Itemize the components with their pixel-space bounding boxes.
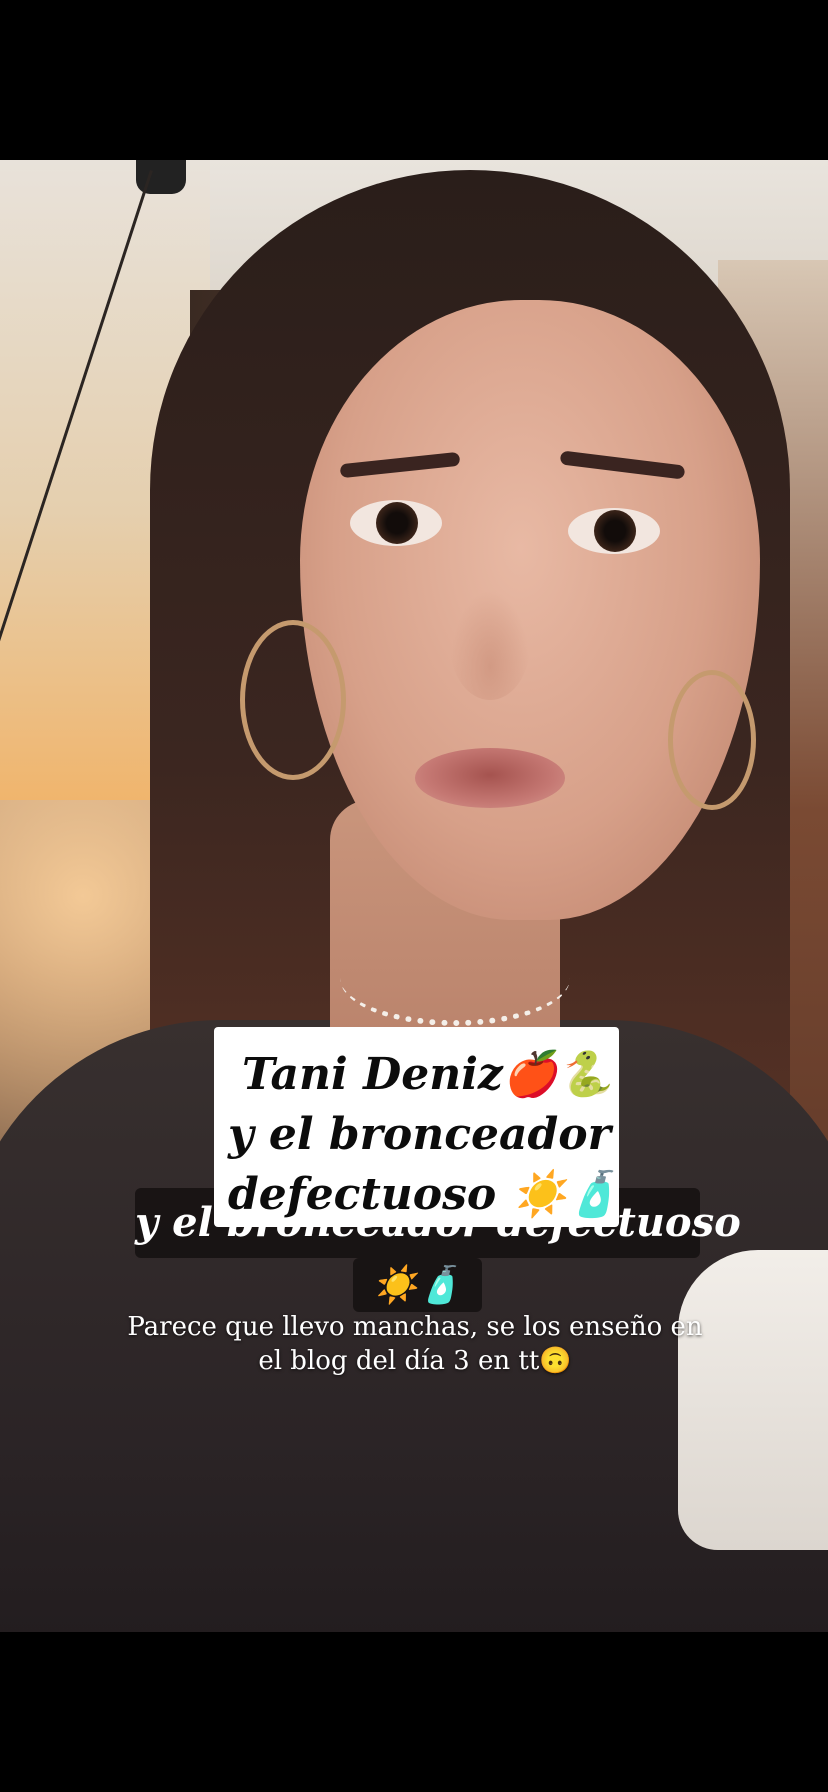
video-frame[interactable] — [0, 160, 828, 1632]
caption-overlay-line-2: ☀️🧴 — [353, 1258, 482, 1312]
nose — [450, 590, 530, 700]
right-iris — [594, 510, 636, 552]
title-line-2: y el bronceador — [228, 1109, 611, 1160]
right-eye — [568, 508, 660, 554]
white-choker-necklace — [340, 930, 570, 1026]
left-eye — [350, 500, 442, 546]
subcaption: Parece que llevo manchas, se los enseño … — [120, 1310, 710, 1378]
left-iris — [376, 502, 418, 544]
subcaption-line-1: Parece que llevo manchas, se los enseño … — [127, 1312, 703, 1342]
white-pillow — [678, 1250, 828, 1550]
subcaption-line-2: el blog del día 3 en tt🙃 — [258, 1346, 572, 1376]
title-line-3: defectuoso ☀️🧴 — [228, 1169, 622, 1220]
title-card: Tani Deniz🍎🐍 y el bronceador defectuoso … — [214, 1027, 622, 1227]
screen: y el bronceador defectuoso ☀️🧴 Parece qu… — [0, 0, 828, 1792]
title-line-1: Tani Deniz🍎🐍 — [242, 1049, 613, 1100]
mouth — [415, 748, 565, 808]
left-hoop-earring — [240, 620, 346, 780]
right-hoop-earring — [668, 670, 756, 810]
